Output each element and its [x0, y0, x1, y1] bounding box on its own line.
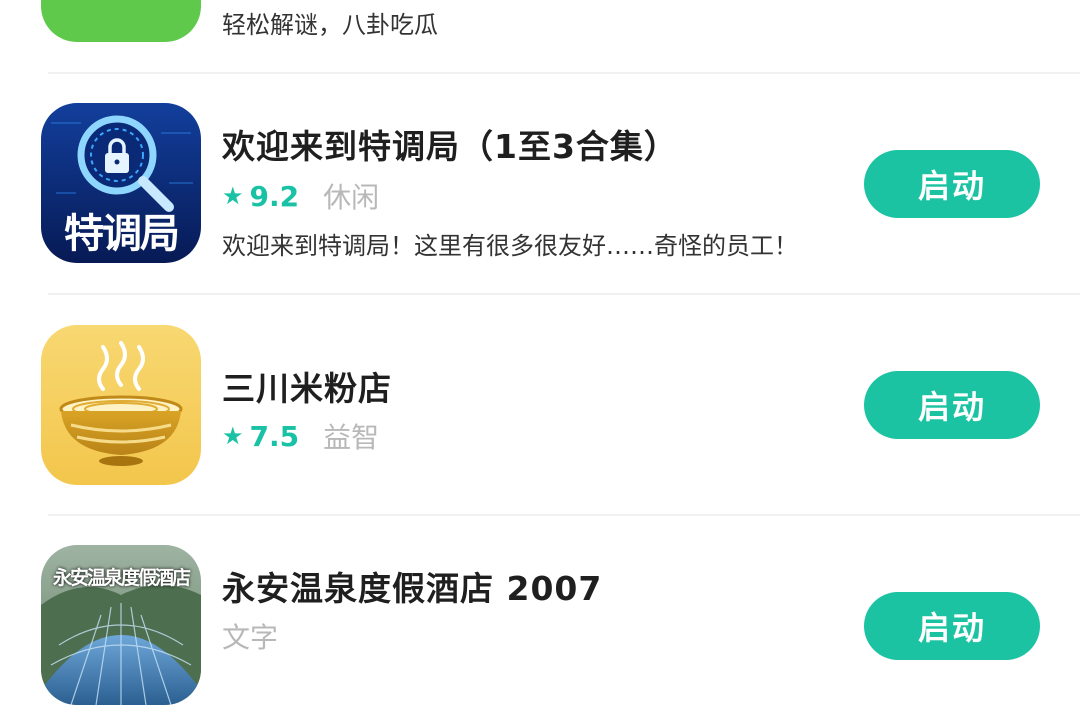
divider: [48, 514, 1080, 516]
noodle-bowl-icon[interactable]: [41, 325, 201, 485]
icon-caption: 永安温泉度假酒店: [52, 567, 191, 589]
star-icon: ★: [222, 422, 244, 450]
magnifier-lock-icon[interactable]: 特调局: [41, 103, 201, 263]
app-meta: ★ 7.5 益智: [222, 416, 379, 456]
app-title[interactable]: 永安温泉度假酒店 2007: [222, 562, 602, 610]
launch-button[interactable]: 启动: [864, 371, 1040, 439]
app-meta: ★ 9.2 休闲: [222, 176, 379, 216]
app-category: 休闲: [323, 181, 380, 214]
app-rating: 7.5: [249, 419, 300, 453]
star-icon: ★: [222, 182, 244, 210]
app-description: 轻松解谜，八卦吃瓜: [222, 11, 438, 39]
app-title[interactable]: 三川米粉店: [222, 362, 392, 410]
hotel-building-icon[interactable]: 永安温泉度假酒店: [41, 545, 201, 705]
icon-caption: 特调局: [64, 211, 180, 257]
divider: [48, 293, 1080, 295]
app-category: 益智: [323, 421, 380, 454]
app-description: 欢迎来到特调局！这里有很多很友好……奇怪的员工！: [222, 232, 798, 260]
launch-button[interactable]: 启动: [864, 150, 1040, 218]
app-rating: 9.2: [249, 179, 300, 213]
app-meta: 文字: [222, 616, 278, 656]
app-title[interactable]: 欢迎来到特调局（1至3合集）: [222, 120, 678, 168]
divider: [48, 72, 1080, 74]
app-category: 文字: [222, 621, 279, 654]
app-icon-partial[interactable]: [41, 0, 201, 42]
launch-button[interactable]: 启动: [864, 592, 1040, 660]
